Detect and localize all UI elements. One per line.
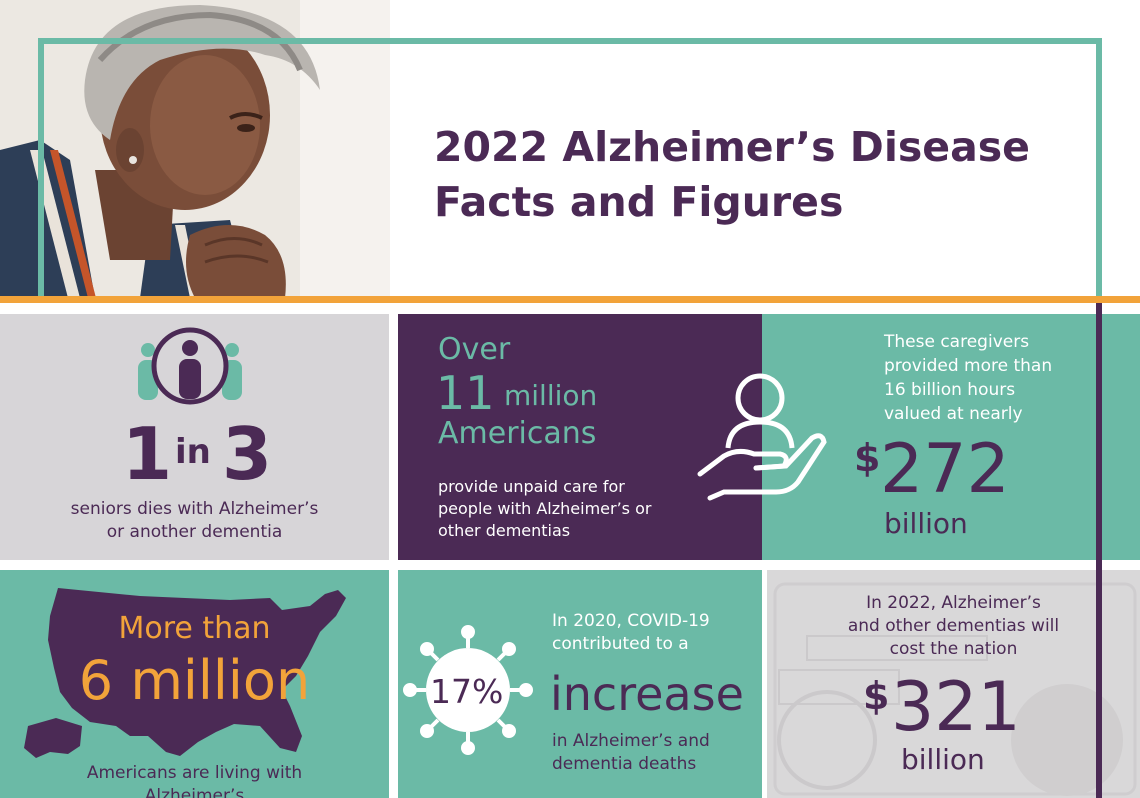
caregivers-number: 11 — [436, 366, 495, 420]
caregivers-caption-line-2: people with Alzheimer’s or — [438, 499, 652, 518]
caring-hand-icon — [697, 373, 827, 501]
tile-seniors: 1 in 3 seniors dies with Alzheimer’s or … — [0, 314, 389, 560]
cost-caption-line-2: and other dementias will — [847, 616, 1060, 636]
stat-three: 3 — [222, 412, 273, 496]
over-label: Over — [438, 332, 511, 367]
cost-caption-line-3: cost the nation — [889, 639, 1018, 659]
stat-one: 1 — [122, 412, 173, 496]
care-value-caption-line-4: valued at nearly — [884, 404, 1023, 424]
title-line-2: Facts and Figures — [434, 178, 844, 226]
tile-living: More than 6 million Americans are living… — [0, 570, 389, 798]
more-than-label: More than — [118, 611, 271, 646]
care-value-caption: These caregivers provided more than 16 b… — [884, 330, 1052, 426]
covid-percent: 17% — [430, 672, 504, 711]
covid-increase-label: increase — [550, 667, 744, 721]
title-frame-top — [38, 38, 1102, 44]
cost-amount: 321 — [891, 668, 1021, 747]
caregivers-caption-line-3: other dementias — [438, 521, 571, 540]
title-frame-left — [38, 38, 44, 300]
stat-in: in — [175, 432, 211, 472]
care-value-unit: billion — [884, 507, 968, 540]
americans-label: Americans — [438, 416, 597, 451]
caregivers-caption-line-1: provide unpaid care for — [438, 477, 625, 496]
accent-vertical-line — [1096, 303, 1102, 798]
seniors-caption: seniors dies with Alzheimer’s or another… — [0, 498, 389, 544]
care-value-currency: $ — [854, 436, 881, 480]
caregivers-caption: provide unpaid care for people with Alzh… — [438, 476, 651, 542]
living-caption-line-2: Alzheimer’s — [144, 786, 245, 798]
living-number: 6 million — [78, 649, 311, 712]
page-title: 2022 Alzheimer’s Disease Facts and Figur… — [434, 120, 1074, 230]
care-value-amount: 272 — [880, 430, 1010, 509]
living-caption: Americans are living with Alzheimer’s — [0, 762, 389, 798]
hero-photo — [0, 0, 390, 298]
caregivers-unit: million — [504, 379, 598, 412]
covid-caption-line-3: in Alzheimer’s and — [552, 731, 710, 751]
covid-caption-bottom: in Alzheimer’s and dementia deaths — [552, 730, 710, 776]
covid-caption-line-1: In 2020, COVID-19 — [552, 611, 710, 631]
title-frame-right — [1096, 38, 1102, 300]
orange-divider — [0, 296, 1140, 303]
cost-currency: $ — [863, 674, 890, 718]
cost-caption: In 2022, Alzheimer’s and other dementias… — [767, 592, 1140, 661]
care-value-caption-line-2: provided more than — [884, 356, 1053, 376]
seniors-caption-line-1: seniors dies with Alzheimer’s — [70, 499, 319, 519]
tile-covid: 17% In 2020, COVID-19 contributed to a i… — [398, 570, 762, 798]
care-value-caption-line-1: These caregivers — [884, 332, 1030, 352]
seniors-caption-line-2: or another dementia — [106, 522, 283, 542]
people-icon — [138, 327, 242, 405]
covid-caption-line-2: contributed to a — [552, 634, 689, 654]
covid-caption-top: In 2020, COVID-19 contributed to a — [552, 610, 710, 656]
covid-caption-line-4: dementia deaths — [552, 754, 697, 774]
cost-unit: billion — [901, 743, 985, 776]
living-caption-line-1: Americans are living with — [86, 763, 303, 783]
senior-woman-illustration — [0, 0, 390, 298]
tile-cost: In 2022, Alzheimer’s and other dementias… — [767, 570, 1140, 798]
title-line-1: 2022 Alzheimer’s Disease — [434, 123, 1030, 171]
cost-caption-line-1: In 2022, Alzheimer’s — [866, 593, 1041, 613]
care-value-caption-line-3: 16 billion hours — [884, 380, 1016, 400]
